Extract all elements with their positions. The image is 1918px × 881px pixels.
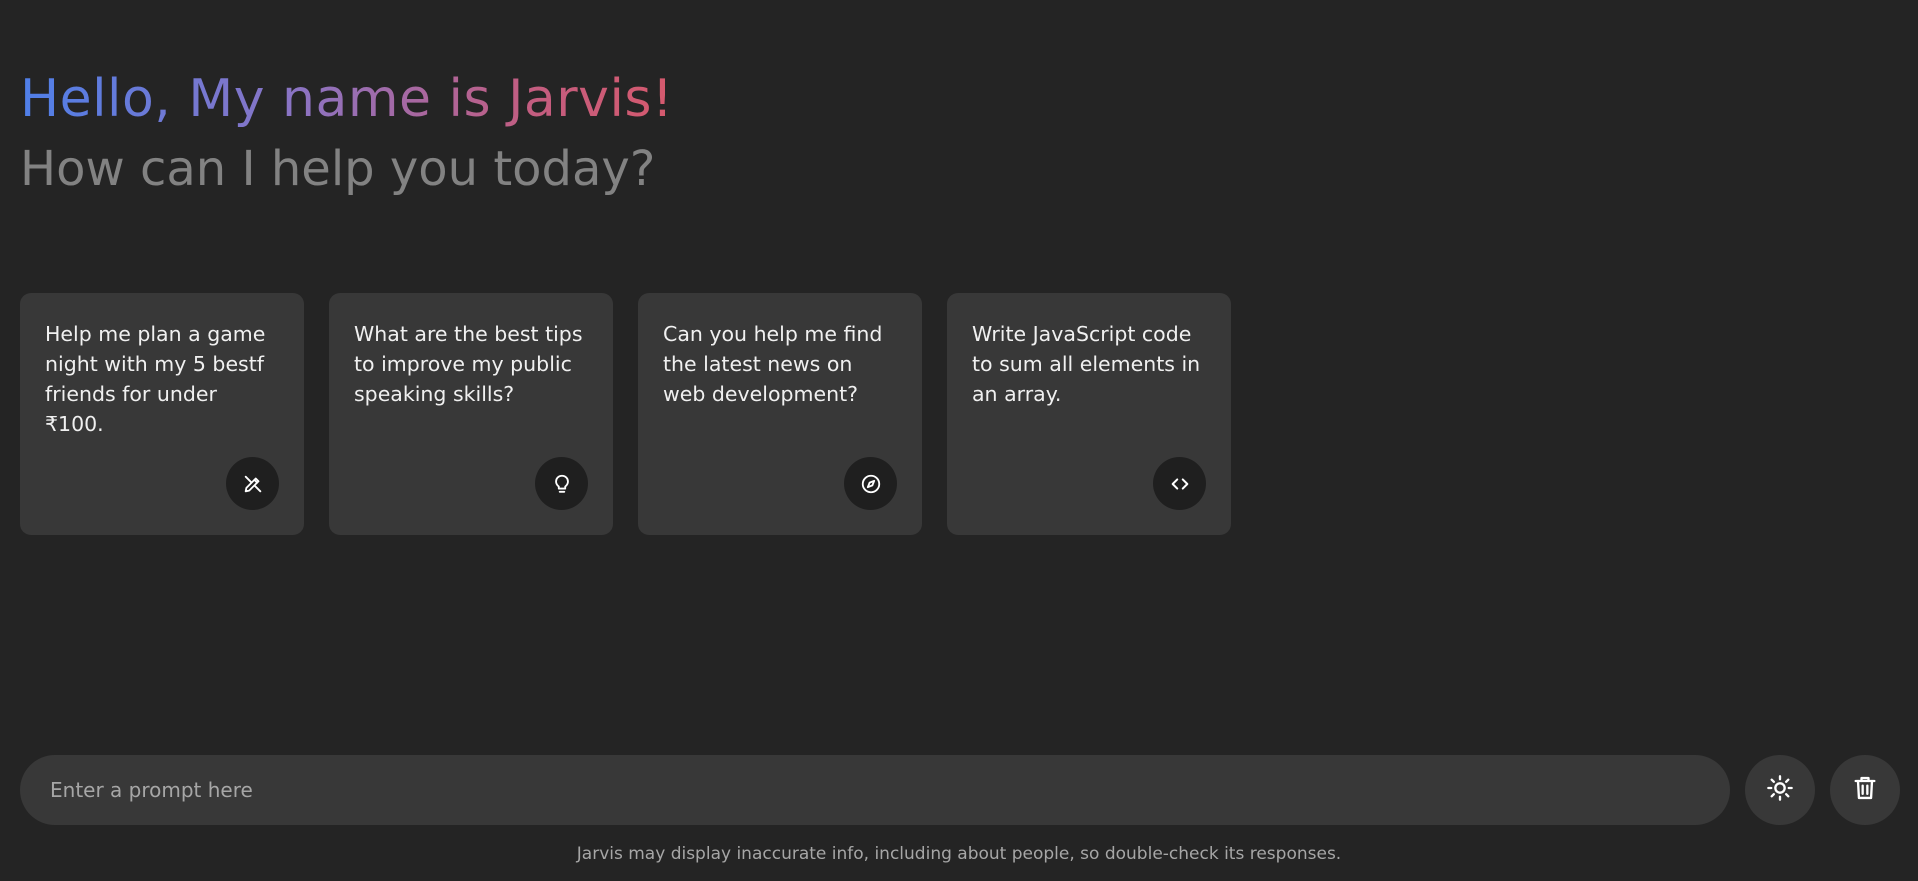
greeting-subtitle: How can I help you today? [20,141,656,197]
suggestion-text: What are the best tips to improve my pub… [354,322,583,406]
delete-chat-button[interactable] [1830,755,1900,825]
lightbulb-icon [535,457,588,510]
chat-page: Hello, My name is Jarvis! How can I help… [0,0,1918,881]
greeting-header: Hello, My name is Jarvis! How can I help… [20,66,700,202]
theme-toggle-button[interactable] [1745,755,1815,825]
draw-icon [226,457,279,510]
prompt-input[interactable] [50,755,1700,825]
typing-area [20,755,1900,825]
suggestion-card[interactable]: Can you help me find the latest news on … [638,293,922,535]
disclaimer-text: Jarvis may display inaccurate info, incl… [576,844,1342,864]
suggestion-text: Write JavaScript code to sum all element… [972,322,1201,406]
suggestion-card[interactable]: Help me plan a game night with my 5 best… [20,293,304,535]
greeting-title: Hello, My name is Jarvis! [20,66,700,132]
suggestion-text: Help me plan a game night with my 5 best… [45,322,266,436]
suggestion-text: Can you help me find the latest news on … [663,322,883,406]
suggestion-card[interactable]: Write JavaScript code to sum all element… [947,293,1231,535]
code-icon [1153,457,1206,510]
explore-icon [844,457,897,510]
prompt-container [20,755,1730,825]
sun-icon [1766,774,1794,806]
suggestion-list: Help me plan a game night with my 5 best… [20,293,1231,535]
trash-icon [1851,774,1879,806]
suggestion-card[interactable]: What are the best tips to improve my pub… [329,293,613,535]
